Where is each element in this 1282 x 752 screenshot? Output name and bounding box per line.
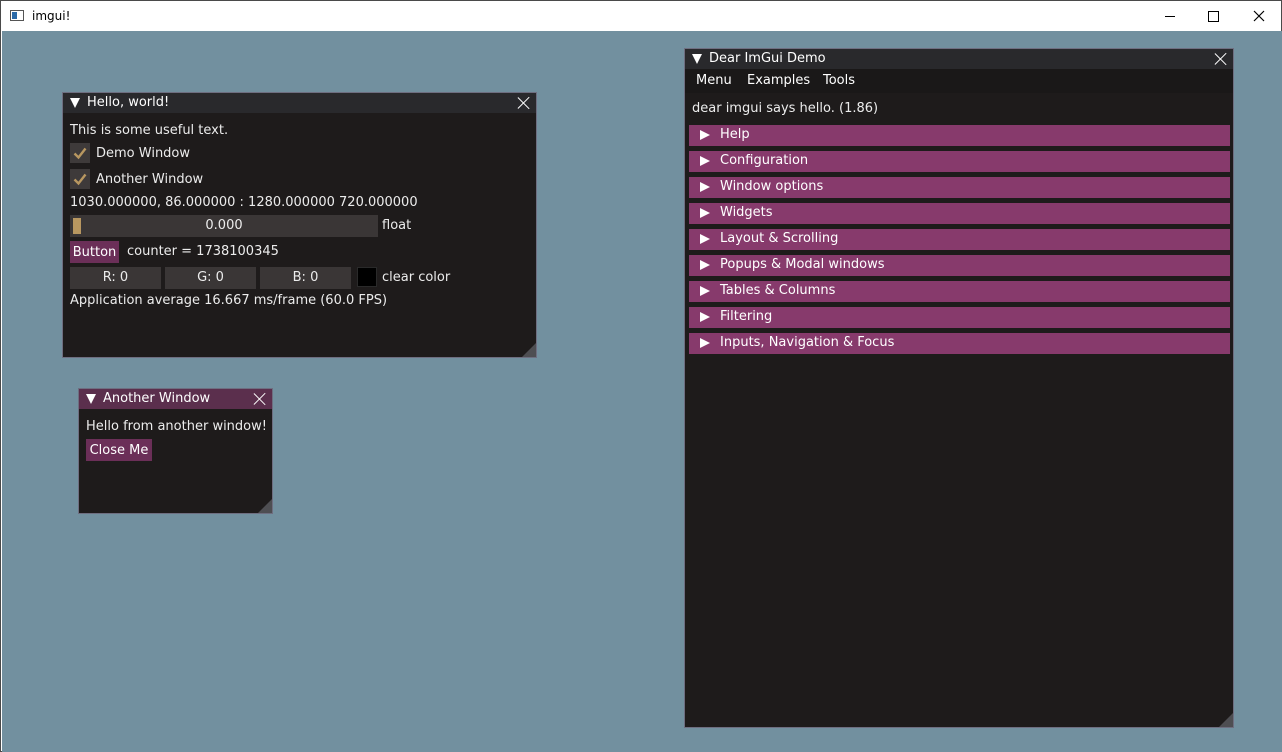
expand-arrow-icon [700, 338, 710, 348]
expand-arrow-icon [700, 182, 710, 192]
menu-examples[interactable]: Examples [747, 73, 810, 88]
another-window-checkbox[interactable] [70, 169, 90, 189]
demo-menubar: Menu Examples Tools [685, 69, 1233, 93]
slider-label: float [382, 218, 412, 233]
expand-arrow-icon [700, 234, 710, 244]
header-label: Inputs, Navigation & Focus [720, 335, 895, 350]
expand-arrow-icon [700, 260, 710, 270]
demo-window-checkbox-label[interactable]: Demo Window [96, 146, 190, 161]
float-slider[interactable]: 0.000 [70, 215, 378, 237]
another-window-close-icon[interactable] [254, 393, 266, 405]
clear-color-label: clear color [382, 270, 451, 285]
checkmark-icon [73, 147, 87, 160]
color-b-value: B: 0 [292, 270, 319, 285]
header-window-options[interactable]: Window options [689, 177, 1230, 198]
header-help[interactable]: Help [689, 125, 1230, 146]
minimize-button[interactable] [1147, 1, 1193, 31]
another-window-checkbox-label[interactable]: Another Window [96, 172, 203, 187]
header-label: Window options [720, 179, 824, 194]
clear-color-swatch[interactable] [357, 267, 377, 287]
another-window-titlebar[interactable]: Another Window [79, 389, 272, 409]
header-layout-scrolling[interactable]: Layout & Scrolling [689, 229, 1230, 250]
close-me-button[interactable]: Close Me [86, 439, 152, 461]
rect-info-text: 1030.000000, 86.000000 : 1280.000000 720… [70, 195, 418, 210]
demo-window-title: Dear ImGui Demo [709, 51, 826, 66]
collapse-triangle-icon[interactable] [70, 98, 80, 108]
main-button[interactable]: Button [70, 241, 119, 263]
header-label: Configuration [720, 153, 809, 168]
collapse-triangle-icon[interactable] [692, 54, 702, 64]
header-label: Widgets [720, 205, 773, 220]
hello-window-titlebar[interactable]: Hello, world! [63, 93, 536, 113]
header-inputs-navigation[interactable]: Inputs, Navigation & Focus [689, 333, 1230, 354]
header-label: Tables & Columns [720, 283, 836, 298]
resize-grip[interactable] [1219, 713, 1233, 727]
checkmark-icon [73, 173, 87, 186]
expand-arrow-icon [700, 156, 710, 166]
dear-imgui-demo-window[interactable]: Dear ImGui Demo Menu Examples Tools dear… [684, 48, 1234, 728]
another-window-text: Hello from another window! [86, 419, 267, 434]
expand-arrow-icon [700, 286, 710, 296]
app-viewport[interactable]: Hello, world! This is some useful text. … [2, 31, 1282, 752]
header-label: Help [720, 127, 750, 142]
close-window-button[interactable] [1236, 1, 1282, 31]
resize-grip[interactable] [522, 343, 536, 357]
header-popups-modal[interactable]: Popups & Modal windows [689, 255, 1230, 276]
expand-arrow-icon [700, 130, 710, 140]
expand-arrow-icon [700, 208, 710, 218]
os-window-title: imgui! [32, 9, 71, 23]
color-g-value: G: 0 [197, 270, 224, 285]
useful-text: This is some useful text. [70, 123, 229, 138]
app-icon [10, 10, 24, 21]
demo-window-close-icon[interactable] [1215, 53, 1227, 65]
another-window-title: Another Window [103, 391, 211, 406]
demo-window-titlebar[interactable]: Dear ImGui Demo [685, 49, 1233, 69]
maximize-icon [1207, 10, 1219, 22]
menu-tools[interactable]: Tools [823, 73, 855, 88]
slider-value: 0.000 [205, 218, 243, 233]
hello-window-close-icon[interactable] [518, 97, 530, 109]
hello-world-window[interactable]: Hello, world! This is some useful text. … [62, 92, 537, 358]
os-titlebar[interactable]: imgui! [1, 1, 1281, 31]
menu-menu[interactable]: Menu [696, 73, 732, 88]
resize-grip[interactable] [258, 499, 272, 513]
hello-window-title: Hello, world! [87, 95, 170, 110]
expand-arrow-icon [700, 312, 710, 322]
counter-text: counter = 1738100345 [127, 244, 279, 259]
header-label: Layout & Scrolling [720, 231, 839, 246]
header-widgets[interactable]: Widgets [689, 203, 1230, 224]
close-icon [1253, 10, 1265, 22]
fps-text: Application average 16.667 ms/frame (60.… [70, 293, 388, 308]
header-configuration[interactable]: Configuration [689, 151, 1230, 172]
demo-hello-text: dear imgui says hello. (1.86) [692, 101, 879, 116]
color-b-input[interactable]: B: 0 [260, 267, 351, 289]
header-tables-columns[interactable]: Tables & Columns [689, 281, 1230, 302]
minimize-icon [1165, 15, 1175, 17]
maximize-button[interactable] [1190, 1, 1236, 31]
color-g-input[interactable]: G: 0 [165, 267, 256, 289]
header-label: Filtering [720, 309, 773, 324]
collapse-triangle-icon[interactable] [86, 394, 96, 404]
header-filtering[interactable]: Filtering [689, 307, 1230, 328]
os-window: imgui! Hello, world! This is some useful… [0, 0, 1282, 752]
color-r-value: R: 0 [102, 270, 129, 285]
demo-window-checkbox[interactable] [70, 143, 90, 163]
color-r-input[interactable]: R: 0 [70, 267, 161, 289]
another-window[interactable]: Another Window Hello from another window… [78, 388, 273, 514]
header-label: Popups & Modal windows [720, 257, 885, 272]
